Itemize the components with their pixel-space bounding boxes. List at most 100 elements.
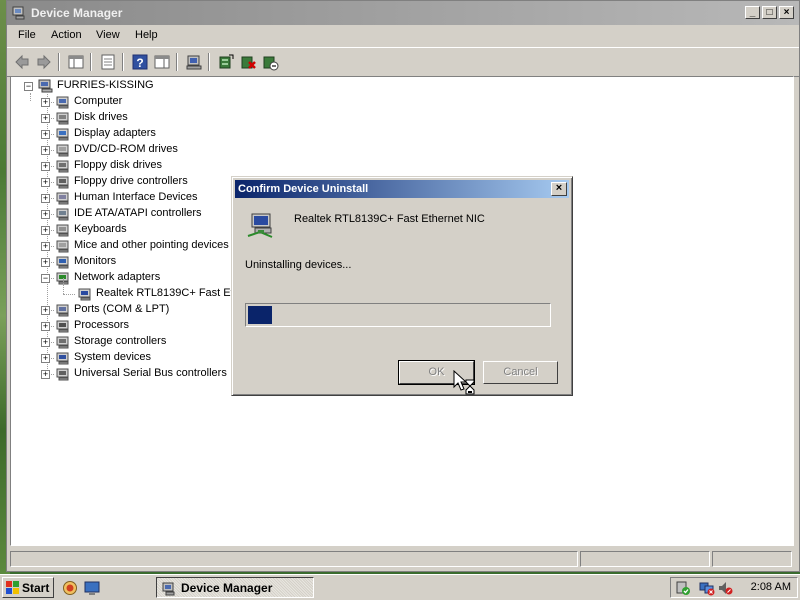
tree-expander[interactable]: +: [41, 98, 50, 107]
ide-controller-icon: [55, 206, 71, 222]
tree-root[interactable]: − FURRIES-KISSING: [11, 78, 311, 94]
window-titlebar[interactable]: Device Manager _ □ ×: [7, 1, 799, 25]
cdrom-icon: [55, 142, 71, 158]
disable-device-icon[interactable]: [261, 53, 279, 71]
tree-connector: [63, 278, 64, 294]
window-close-button[interactable]: ×: [779, 6, 794, 19]
menu-file[interactable]: File: [18, 29, 36, 41]
port-icon: [55, 302, 71, 318]
tree-expander[interactable]: +: [41, 322, 50, 331]
svg-text:?: ?: [136, 56, 143, 70]
tree-expander[interactable]: +: [41, 114, 50, 123]
processor-icon: [55, 318, 71, 334]
disk-drive-icon: [55, 110, 71, 126]
volume-muted-icon[interactable]: [717, 580, 733, 596]
computer-icon: [55, 94, 71, 110]
taskbar-device-manager-button[interactable]: Device Manager: [156, 577, 314, 598]
maximize-button[interactable]: □: [762, 6, 777, 19]
update-driver-icon[interactable]: [217, 53, 235, 71]
status-cell-2: [580, 551, 710, 567]
tree-item-label: Disk drives: [74, 111, 128, 123]
taskbar: Start Device Manager 2:08 AM: [0, 574, 800, 600]
tree-connector: [63, 294, 75, 295]
tree-item-label: Computer: [74, 95, 123, 107]
system-tray: 2:08 AM: [670, 577, 798, 598]
computer-root-icon: [38, 78, 54, 94]
tree-expander[interactable]: +: [41, 338, 50, 347]
console-tree-icon[interactable]: [153, 53, 171, 71]
security-shield-icon[interactable]: [675, 580, 691, 596]
toolbar-separator: [90, 53, 92, 71]
status-cell-3: [712, 551, 792, 567]
tree-item-label: IDE ATA/ATAPI controllers: [74, 207, 202, 219]
tree-expander[interactable]: +: [41, 306, 50, 315]
show-hide-tree-icon[interactable]: [67, 53, 85, 71]
tree-expander[interactable]: +: [41, 242, 50, 251]
tree-category-item[interactable]: + DVD/CD-ROM drives: [11, 142, 331, 158]
tree-item-label: Monitors: [74, 255, 117, 267]
taskbar-button-label: Device Manager: [181, 581, 273, 595]
tree-expander[interactable]: +: [41, 178, 50, 187]
toolbar-separator: [176, 53, 178, 71]
tree-expander[interactable]: +: [41, 258, 50, 267]
network-card-icon: [246, 208, 278, 240]
tree-item-label: Universal Serial Bus controllers: [74, 367, 227, 379]
cancel-button[interactable]: Cancel: [483, 361, 558, 384]
hid-icon: [55, 190, 71, 206]
floppy-controller-icon: [55, 174, 71, 190]
minimize-button[interactable]: _: [745, 6, 760, 19]
tree-category-item[interactable]: + Floppy disk drives: [11, 158, 331, 174]
tree-expander[interactable]: +: [41, 210, 50, 219]
help-icon[interactable]: ?: [131, 53, 149, 71]
uninstall-device-icon[interactable]: [239, 53, 257, 71]
tree-expander[interactable]: −: [41, 274, 50, 283]
show-desktop-icon[interactable]: [84, 580, 100, 596]
keyboard-icon: [55, 222, 71, 238]
tree-expander[interactable]: +: [41, 194, 50, 203]
system-device-icon: [55, 350, 71, 366]
browser-quicklaunch-icon[interactable]: [62, 580, 78, 596]
tree-expander[interactable]: +: [41, 370, 50, 379]
tree-category-item[interactable]: + Disk drives: [11, 110, 331, 126]
tree-expander[interactable]: +: [41, 354, 50, 363]
properties-icon[interactable]: [99, 53, 117, 71]
monitor-icon: [55, 254, 71, 270]
back-arrow-icon[interactable]: [13, 53, 31, 71]
tree-item-label: Storage controllers: [74, 335, 167, 347]
windows-flag-icon: [6, 581, 20, 594]
tree-category-item[interactable]: + Display adapters: [11, 126, 331, 142]
toolbar-separator: [58, 53, 60, 71]
uninstall-progress-bar: [245, 303, 551, 327]
tree-expander[interactable]: +: [41, 146, 50, 155]
display-adapter-icon: [55, 126, 71, 142]
dialog-title: Confirm Device Uninstall: [238, 183, 369, 195]
tree-expander[interactable]: +: [41, 162, 50, 171]
tree-item-label: Realtek RTL8139C+ Fast Eth: [96, 287, 240, 299]
tree-category-item[interactable]: + Computer: [11, 94, 331, 110]
tree-item-label: Mice and other pointing devices: [74, 239, 229, 251]
dialog-close-button[interactable]: ×: [551, 182, 567, 196]
floppy-disk-icon: [55, 158, 71, 174]
tree-expander[interactable]: −: [24, 82, 33, 91]
dialog-titlebar[interactable]: Confirm Device Uninstall ×: [235, 180, 569, 198]
tree-item-label: System devices: [74, 351, 152, 363]
menu-action[interactable]: Action: [51, 29, 82, 41]
menu-bar: File Action View Help: [7, 26, 799, 46]
start-button[interactable]: Start: [2, 577, 54, 598]
taskbar-clock: 2:08 AM: [750, 581, 791, 593]
mouse-icon: [55, 238, 71, 254]
tree-item-label: Floppy drive controllers: [74, 175, 188, 187]
menu-view[interactable]: View: [96, 29, 120, 41]
toolbar: ?: [7, 47, 799, 77]
tree-item-label: Ports (COM & LPT): [74, 303, 170, 315]
tree-item-label: Network adapters: [74, 271, 161, 283]
tree-expander[interactable]: +: [41, 130, 50, 139]
tree-expander[interactable]: +: [41, 226, 50, 235]
scan-hardware-icon[interactable]: [185, 53, 203, 71]
tree-item-label: Floppy disk drives: [74, 159, 163, 171]
tree-item-label: Keyboards: [74, 223, 127, 235]
forward-arrow-icon[interactable]: [35, 53, 53, 71]
menu-help[interactable]: Help: [135, 29, 158, 41]
toolbar-separator: [208, 53, 210, 71]
network-status-icon[interactable]: [699, 580, 715, 596]
